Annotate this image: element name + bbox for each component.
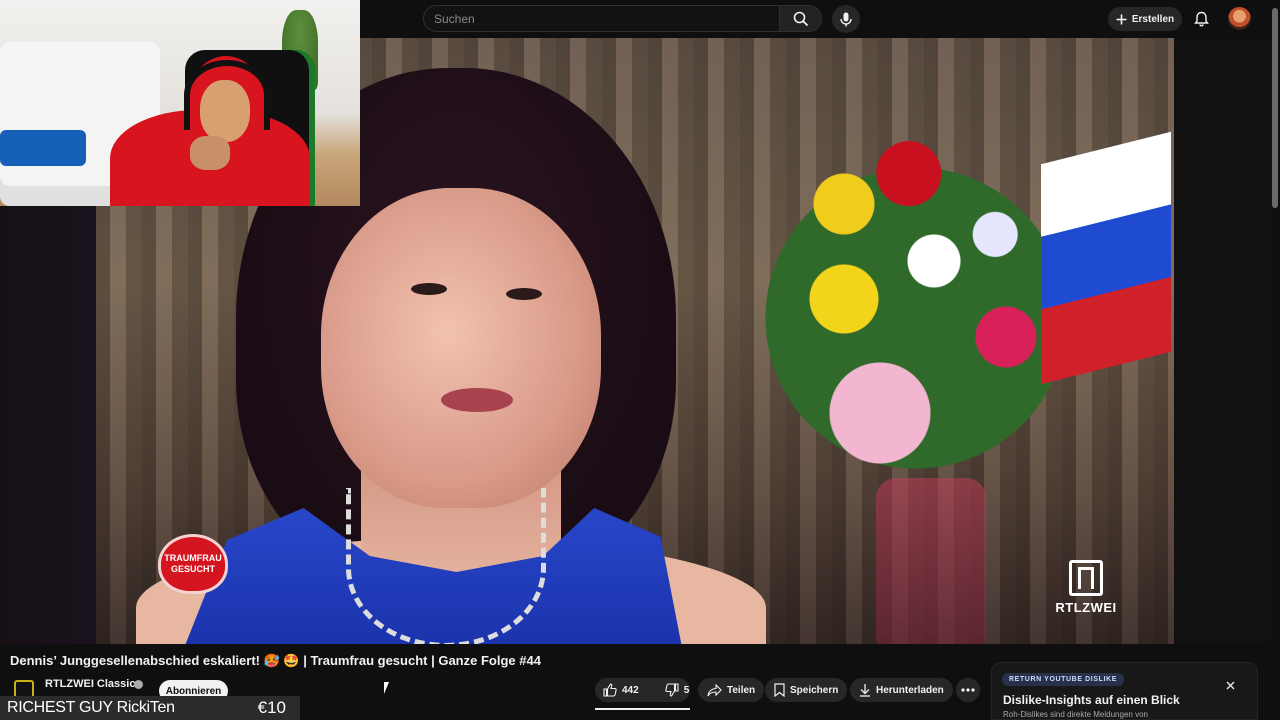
donation-amount: €10 <box>257 698 286 717</box>
mouse-cursor-icon <box>384 682 394 694</box>
like-dislike-group: 442 5 <box>595 678 690 702</box>
plus-icon <box>1116 14 1127 24</box>
share-label: Teilen <box>727 684 756 696</box>
save-label: Speichern <box>790 684 839 696</box>
download-icon <box>860 684 870 697</box>
bookmark-icon <box>774 683 785 697</box>
broadcaster-logo: RTLZWEI <box>1051 560 1121 615</box>
close-panel-button[interactable] <box>1226 681 1235 690</box>
broadcaster-logo-text: RTLZWEI <box>1055 600 1117 615</box>
panel-subtext: Roh-Dislikes sind direkte Meldungen von <box>1003 710 1148 719</box>
thumbs-down-icon <box>664 683 679 697</box>
more-actions-button[interactable] <box>956 678 980 702</box>
notifications-button[interactable] <box>1190 8 1212 30</box>
video-title: Dennis’ Junggesellenabschied eskaliert! … <box>10 653 541 668</box>
panel-heading: Dislike-Insights auf einen Blick <box>1003 693 1180 707</box>
video-person-necklace <box>346 488 546 644</box>
video-person-eye-left <box>411 283 447 295</box>
like-ratio-bar <box>595 708 690 710</box>
youtube-watch-page: Erstellen TRAUMFRAU GESUCHT <box>0 0 1280 720</box>
webcam-person-hand <box>190 136 230 170</box>
donation-banner: RICHEST GUY RickiTen €10 <box>0 696 300 720</box>
scrollbar-thumb[interactable] <box>1272 8 1278 208</box>
webcam-overlay <box>0 0 360 206</box>
thumbs-up-icon <box>603 683 617 697</box>
dislike-button[interactable]: 5 <box>657 678 698 702</box>
video-flag <box>1041 131 1171 385</box>
share-icon <box>707 683 722 696</box>
like-count: 442 <box>622 684 639 696</box>
video-person-eye-right <box>506 288 542 300</box>
close-icon <box>1226 681 1235 690</box>
search-icon <box>793 11 808 26</box>
show-logo-text: TRAUMFRAU GESUCHT <box>164 553 222 574</box>
video-person-lips <box>441 388 513 412</box>
more-icon <box>961 688 975 692</box>
like-button[interactable]: 442 <box>595 678 647 702</box>
search-input[interactable] <box>424 6 779 31</box>
dislike-insights-panel: RETURN YOUTUBE DISLIKE Dislike-Insights … <box>991 662 1258 720</box>
mic-icon <box>840 12 852 26</box>
channel-name[interactable]: RTLZWEI Classics <box>45 678 142 690</box>
donor-name: RICHEST GUY RickiTen <box>7 699 175 716</box>
voice-search-button[interactable] <box>832 5 860 33</box>
download-button[interactable]: Herunterladen <box>850 678 953 702</box>
search-button[interactable] <box>780 5 822 32</box>
search-box[interactable] <box>423 5 780 32</box>
create-button[interactable]: Erstellen <box>1108 7 1182 31</box>
show-logo: TRAUMFRAU GESUCHT <box>158 534 228 594</box>
dislike-count: 5 <box>683 684 690 696</box>
verified-icon <box>134 680 143 689</box>
save-button[interactable]: Speichern <box>765 678 848 702</box>
account-avatar[interactable] <box>1228 7 1251 30</box>
webcam-blanket <box>0 130 86 166</box>
share-button[interactable]: Teilen <box>698 678 765 702</box>
page-scrollbar[interactable] <box>1270 0 1280 720</box>
download-label: Herunterladen <box>876 684 944 696</box>
extension-tag: RETURN YOUTUBE DISLIKE <box>1002 673 1124 686</box>
video-person-face <box>321 188 601 508</box>
create-label: Erstellen <box>1131 13 1175 25</box>
bell-icon <box>1193 11 1209 27</box>
webcam-person-face <box>200 80 250 142</box>
